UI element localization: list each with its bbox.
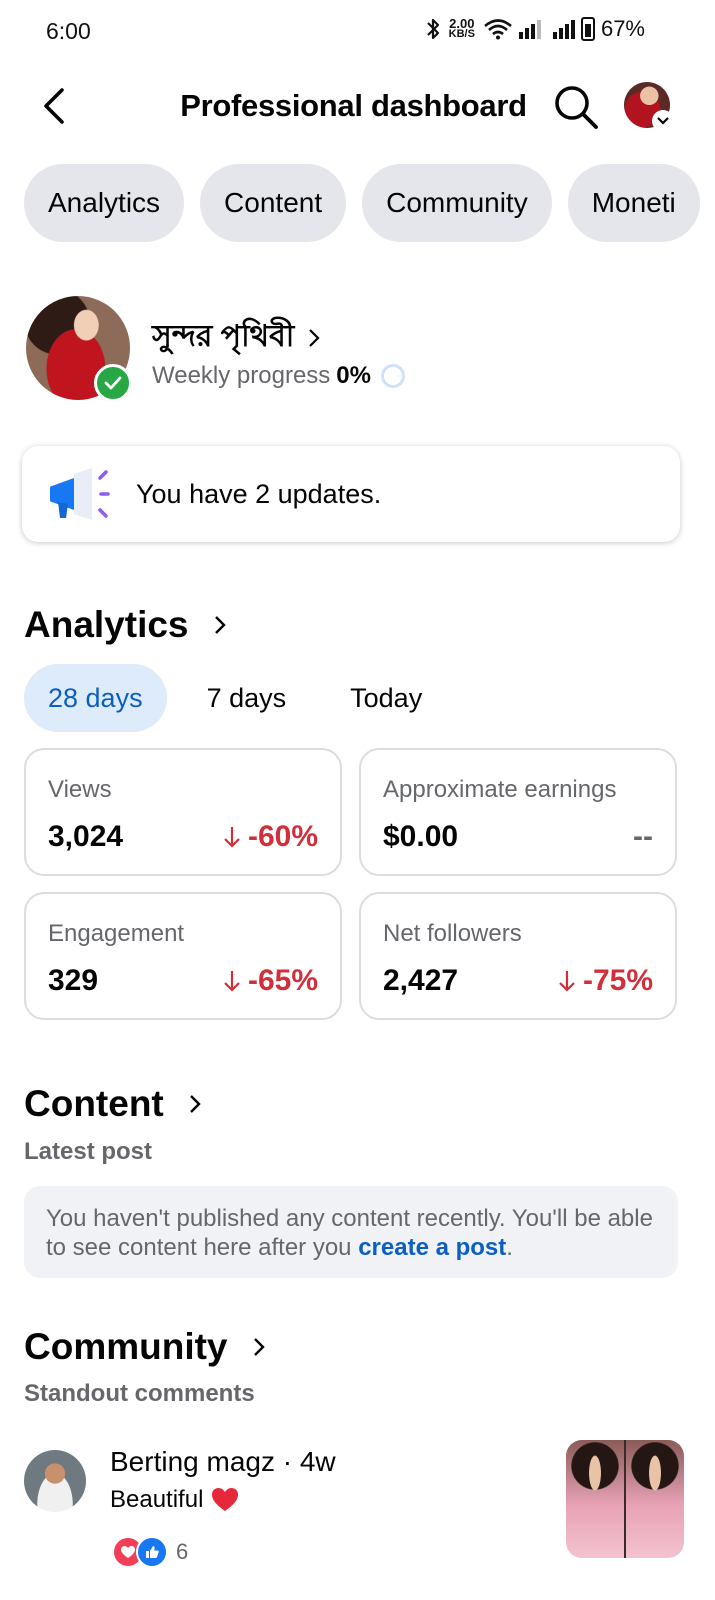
thumbnail-image-right: [624, 1440, 684, 1558]
profile-name-row[interactable]: সুন্দর পৃথিবী: [152, 312, 320, 363]
metric-change: -75%: [557, 964, 653, 998]
metric-label: Views: [48, 776, 112, 803]
battery-icon: [580, 17, 595, 41]
metric-value: 2,427: [383, 964, 459, 997]
arrow-down-icon: [224, 827, 240, 848]
battery-percent: 67%: [600, 16, 645, 41]
period-tabs: 28 days 7 days Today: [24, 664, 462, 732]
chip-analytics[interactable]: Analytics: [24, 164, 185, 242]
progress-value: 0%: [336, 362, 371, 389]
metric-label: Engagement: [48, 920, 185, 947]
like-reaction-icon: [136, 1536, 168, 1568]
change-value: -65%: [247, 964, 318, 997]
status-icons: 2.00 KB/S 67%: [425, 16, 645, 42]
post-thumbnail[interactable]: [566, 1440, 684, 1558]
profile-summary[interactable]: সুন্দর পৃথিবী Weekly progress 0%: [26, 296, 686, 406]
metric-value: 3,024: [48, 820, 124, 853]
arrow-down-icon: [559, 971, 575, 992]
comment-age: 4w: [299, 1446, 336, 1477]
create-post-link[interactable]: create a post: [358, 1234, 506, 1261]
metric-card-earnings[interactable]: Approximate earnings $0.00 --: [359, 748, 677, 876]
content-notice: You haven't published any content recent…: [24, 1186, 678, 1278]
page-title: Professional dashboard: [180, 88, 527, 123]
metric-label: Net followers: [383, 920, 522, 947]
net-speed-unit: KB/S: [448, 28, 475, 40]
analytics-title: Analytics: [24, 604, 189, 645]
community-header[interactable]: Community: [24, 1326, 270, 1368]
search-icon: [555, 86, 598, 129]
chevron-down-icon: [652, 110, 674, 132]
metric-card-engagement[interactable]: Engagement 329 -65%: [24, 892, 342, 1020]
analytics-header[interactable]: Analytics: [24, 604, 231, 646]
content-header[interactable]: Content: [24, 1083, 206, 1125]
chip-community[interactable]: Community: [362, 164, 552, 242]
megaphone-icon: [50, 468, 110, 520]
profile-name: সুন্দর পৃথিবী: [152, 320, 295, 353]
standout-comment[interactable]: Berting magz · 4w Beautiful 6: [24, 1440, 684, 1600]
tab-today[interactable]: Today: [326, 664, 446, 732]
chevron-right-icon: [189, 1095, 201, 1113]
metric-value: 329: [48, 964, 99, 997]
comment-text-row: Beautiful: [110, 1486, 239, 1514]
signal-icon: [552, 19, 575, 39]
bluetooth-icon: [426, 18, 439, 40]
progress-ring-icon: [380, 364, 405, 388]
tab-7-days[interactable]: 7 days: [183, 664, 311, 732]
community-subtitle: Standout comments: [24, 1380, 255, 1407]
chevron-right-icon: [214, 616, 226, 634]
verified-check-icon: [94, 364, 132, 402]
commenter-name[interactable]: Berting magz: [110, 1446, 275, 1477]
comment-text: Beautiful: [110, 1486, 204, 1513]
metric-change: --: [633, 820, 653, 854]
wifi-icon: [484, 19, 512, 40]
weekly-progress: Weekly progress 0%: [152, 362, 405, 390]
metric-value: $0.00: [383, 820, 459, 853]
chip-monetization[interactable]: Moneti: [567, 164, 700, 242]
change-value: -60%: [247, 820, 318, 853]
separator: ·: [282, 1446, 300, 1477]
content-title: Content: [24, 1083, 164, 1124]
tab-28-days[interactable]: 28 days: [24, 664, 167, 732]
section-chips: Analytics Content Community Moneti: [24, 164, 715, 242]
arrow-down-icon: [224, 971, 240, 992]
search-button[interactable]: [551, 82, 601, 132]
heart-emoji-icon: [212, 1488, 239, 1511]
top-bar: Professional dashboard: [0, 70, 715, 146]
status-bar: 6:00 2.00 KB/S 67%: [0, 0, 715, 62]
status-time: 6:00: [46, 18, 91, 44]
chevron-right-icon: [309, 328, 320, 347]
notice-text: You haven't published any content recent…: [46, 1205, 653, 1261]
commenter-avatar[interactable]: [24, 1450, 86, 1512]
comment-header: Berting magz · 4w: [110, 1446, 336, 1478]
chip-content[interactable]: Content: [200, 164, 347, 242]
change-value: --: [633, 820, 653, 853]
change-value: -75%: [582, 964, 653, 997]
metric-change: -65%: [222, 964, 318, 998]
metric-card-net-followers[interactable]: Net followers 2,427 -75%: [359, 892, 677, 1020]
content-subtitle: Latest post: [24, 1138, 153, 1165]
metric-card-views[interactable]: Views 3,024 -60%: [24, 748, 342, 876]
reaction-count: 6: [176, 1539, 189, 1564]
thumbnail-image-left: [566, 1440, 624, 1558]
metric-change: -60%: [222, 820, 318, 854]
updates-card[interactable]: You have 2 updates.: [22, 446, 680, 542]
comment-reactions[interactable]: 6: [112, 1536, 188, 1568]
net-speed: 2.00 KB/S: [448, 17, 475, 40]
metric-label: Approximate earnings: [383, 776, 617, 803]
profile-switcher[interactable]: [624, 82, 674, 132]
progress-label: Weekly progress: [152, 362, 331, 389]
community-title: Community: [24, 1326, 228, 1367]
chevron-right-icon: [253, 1338, 265, 1356]
signal-icon: [518, 19, 541, 39]
notice-end: .: [506, 1234, 513, 1261]
updates-text: You have 2 updates.: [136, 478, 382, 509]
